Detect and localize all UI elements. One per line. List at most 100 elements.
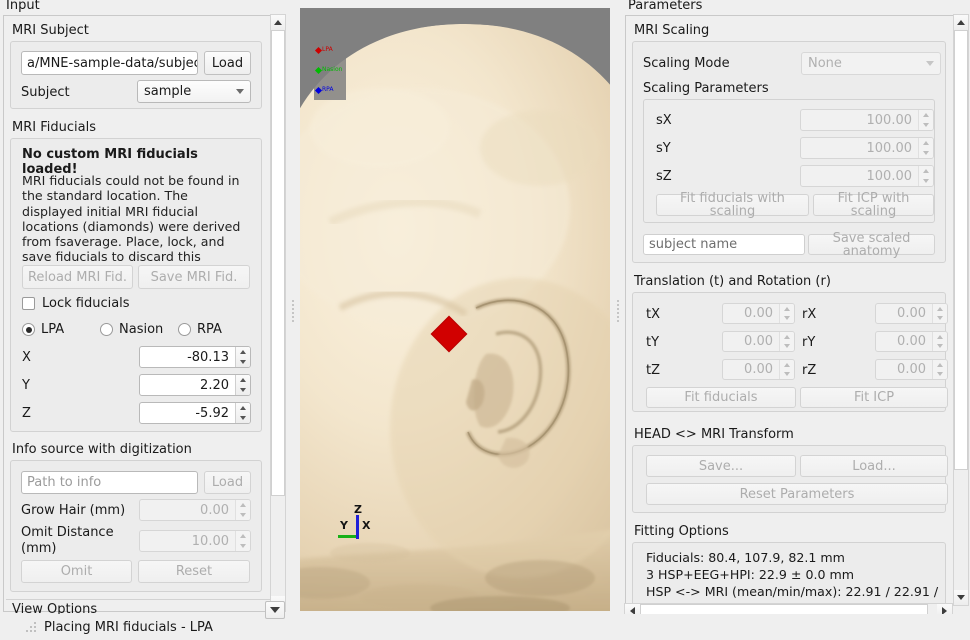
sx-spinbox[interactable]: 100.00	[800, 109, 934, 131]
fiducial-legend: LPA Nasion RPA	[314, 40, 346, 100]
3d-render-view[interactable]: LPA Nasion RPA Z Y X	[300, 8, 610, 611]
scroll-track[interactable]	[271, 30, 285, 596]
tz-value: 0.00	[744, 362, 773, 377]
sy-spinbox[interactable]: 100.00	[800, 137, 934, 159]
coord-x-spinbox[interactable]: -80.13	[139, 346, 251, 368]
legend-item: RPA	[314, 80, 346, 100]
sx-value: 100.00	[866, 112, 913, 128]
right-panel-scrollbar[interactable]	[953, 14, 969, 606]
scaling-mode-value: None	[808, 56, 842, 71]
spinner-arrows-icon[interactable]	[235, 500, 250, 520]
size-grip-icon[interactable]	[26, 622, 38, 634]
scaling-mode-select-visible[interactable]: None	[801, 52, 941, 75]
fitting-options-title: Fitting Options	[634, 524, 729, 539]
ry-value: 0.00	[897, 334, 926, 349]
subject-select[interactable]: sample	[137, 80, 251, 103]
coord-y-spinbox[interactable]: 2.20	[139, 374, 251, 396]
spinner-arrows-icon[interactable]	[779, 360, 794, 379]
reset-button[interactable]: Reset	[138, 560, 250, 583]
coord-z-value: -5.92	[195, 405, 229, 421]
spinner-arrows-icon[interactable]	[932, 360, 947, 379]
load-transform-button[interactable]: Load...	[800, 455, 948, 477]
status-bar-message: Placing MRI fiducials - LPA	[44, 619, 213, 635]
save-mri-fiducials-button[interactable]: Save MRI Fid.	[138, 265, 250, 289]
coord-y-value: 2.20	[200, 377, 229, 393]
chevron-down-icon	[236, 89, 244, 94]
rx-spinbox[interactable]: 0.00	[875, 303, 948, 324]
scroll-down-arrow-icon[interactable]	[954, 590, 968, 605]
omit-distance-value: 10.00	[191, 533, 229, 549]
spinner-arrows-icon[interactable]	[932, 304, 947, 323]
transform-title: Translation (t) and Rotation (r)	[634, 274, 831, 289]
mri-fiducials-title: MRI Fiducials	[12, 120, 96, 135]
fit-fiducials-button[interactable]: Fit fiducials	[646, 387, 796, 408]
reset-parameters-button[interactable]: Reset Parameters	[646, 483, 948, 505]
spinner-arrows-icon[interactable]	[235, 347, 250, 367]
tx-spinbox[interactable]: 0.00	[722, 303, 795, 324]
left-panel-scrollbar[interactable]	[270, 14, 286, 612]
head-mri-transform-title: HEAD <> MRI Transform	[634, 427, 794, 442]
spinner-arrows-icon[interactable]	[918, 138, 933, 158]
omit-distance-label-text: Omit Distance (mm)	[21, 525, 114, 556]
scroll-up-arrow-icon[interactable]	[271, 15, 285, 30]
fit-fiducials-with-scaling-button[interactable]: Fit fiducials with scaling	[656, 192, 809, 218]
spinner-arrows-icon[interactable]	[779, 332, 794, 351]
scroll-thumb[interactable]	[271, 30, 285, 496]
info-path-input[interactable]: Path to info	[21, 471, 198, 494]
chevron-down-icon	[926, 61, 934, 66]
subject-name-input[interactable]: subject name	[643, 234, 805, 255]
checkbox-box-icon	[22, 297, 35, 310]
left-splitter-grip[interactable]	[292, 300, 294, 322]
lock-fiducials-checkbox[interactable]: Lock fiducials	[22, 296, 130, 311]
radio-rpa[interactable]: RPA	[178, 322, 222, 337]
spinner-arrows-icon[interactable]	[779, 304, 794, 323]
fit-icp-button[interactable]: Fit ICP	[800, 387, 948, 408]
spinner-arrows-icon[interactable]	[235, 403, 250, 423]
fit-icp-with-scaling-button[interactable]: Fit ICP with scaling	[813, 192, 934, 218]
coord-z-label: Z	[22, 406, 31, 421]
ty-spinbox[interactable]: 0.00	[722, 331, 795, 352]
scroll-thumb[interactable]	[954, 30, 968, 470]
sz-spinbox[interactable]: 100.00	[800, 165, 934, 187]
scroll-track[interactable]	[954, 30, 968, 590]
spinner-arrows-icon[interactable]	[235, 531, 250, 551]
radio-dot-icon	[178, 323, 191, 336]
save-scaled-anatomy-button[interactable]: Save scaled anatomy	[808, 232, 935, 258]
mri-subject-path-input[interactable]: a/MNE-sample-data/subjects	[21, 51, 198, 75]
scroll-up-arrow-icon[interactable]	[954, 15, 968, 30]
sy-value: 100.00	[866, 140, 913, 156]
subject-label: Subject	[21, 85, 70, 100]
legend-label-rpa: RPA	[322, 86, 334, 93]
omit-distance-spinbox[interactable]: 10.00	[139, 530, 251, 552]
sx-label: sX	[656, 113, 672, 128]
ry-spinbox[interactable]: 0.00	[875, 331, 948, 352]
sy-label: sY	[656, 141, 671, 156]
omit-button[interactable]: Omit	[21, 560, 132, 583]
coord-z-spinbox[interactable]: -5.92	[139, 402, 251, 424]
rz-spinbox[interactable]: 0.00	[875, 359, 948, 380]
reload-mri-fiducials-button[interactable]: Reload MRI Fid.	[22, 265, 133, 289]
radio-label-lpa: LPA	[41, 322, 65, 337]
spinner-arrows-icon[interactable]	[918, 110, 933, 130]
parameters-panel: Parameters MRI Scaling Scaling Mode None…	[624, 0, 970, 620]
info-load-button[interactable]: Load	[204, 471, 251, 494]
rz-label: rZ	[802, 363, 817, 378]
fitting-line-2: 3 HSP+EEG+HPI: 22.9 ± 0.0 mm	[646, 567, 855, 582]
spinner-arrows-icon[interactable]	[918, 166, 933, 186]
lpa-marker-icon	[314, 46, 323, 54]
view-options-toggle[interactable]	[265, 601, 285, 619]
mri-subject-load-button[interactable]: Load	[204, 51, 251, 75]
tx-value: 0.00	[744, 306, 773, 321]
tz-spinbox[interactable]: 0.00	[722, 359, 795, 380]
radio-lpa[interactable]: LPA	[22, 322, 64, 337]
parameters-panel-title: Parameters	[628, 0, 703, 13]
right-splitter-grip[interactable]	[617, 300, 619, 322]
axis-label-z: Z	[354, 503, 362, 516]
save-transform-button[interactable]: Save...	[646, 455, 796, 477]
spinner-arrows-icon[interactable]	[932, 332, 947, 351]
scaling-mode-label: Scaling Mode	[643, 56, 730, 71]
spinner-arrows-icon[interactable]	[235, 375, 250, 395]
grow-hair-spinbox[interactable]: 0.00	[139, 499, 251, 521]
rx-value: 0.00	[897, 306, 926, 321]
radio-nasion[interactable]: Nasion	[100, 322, 163, 337]
